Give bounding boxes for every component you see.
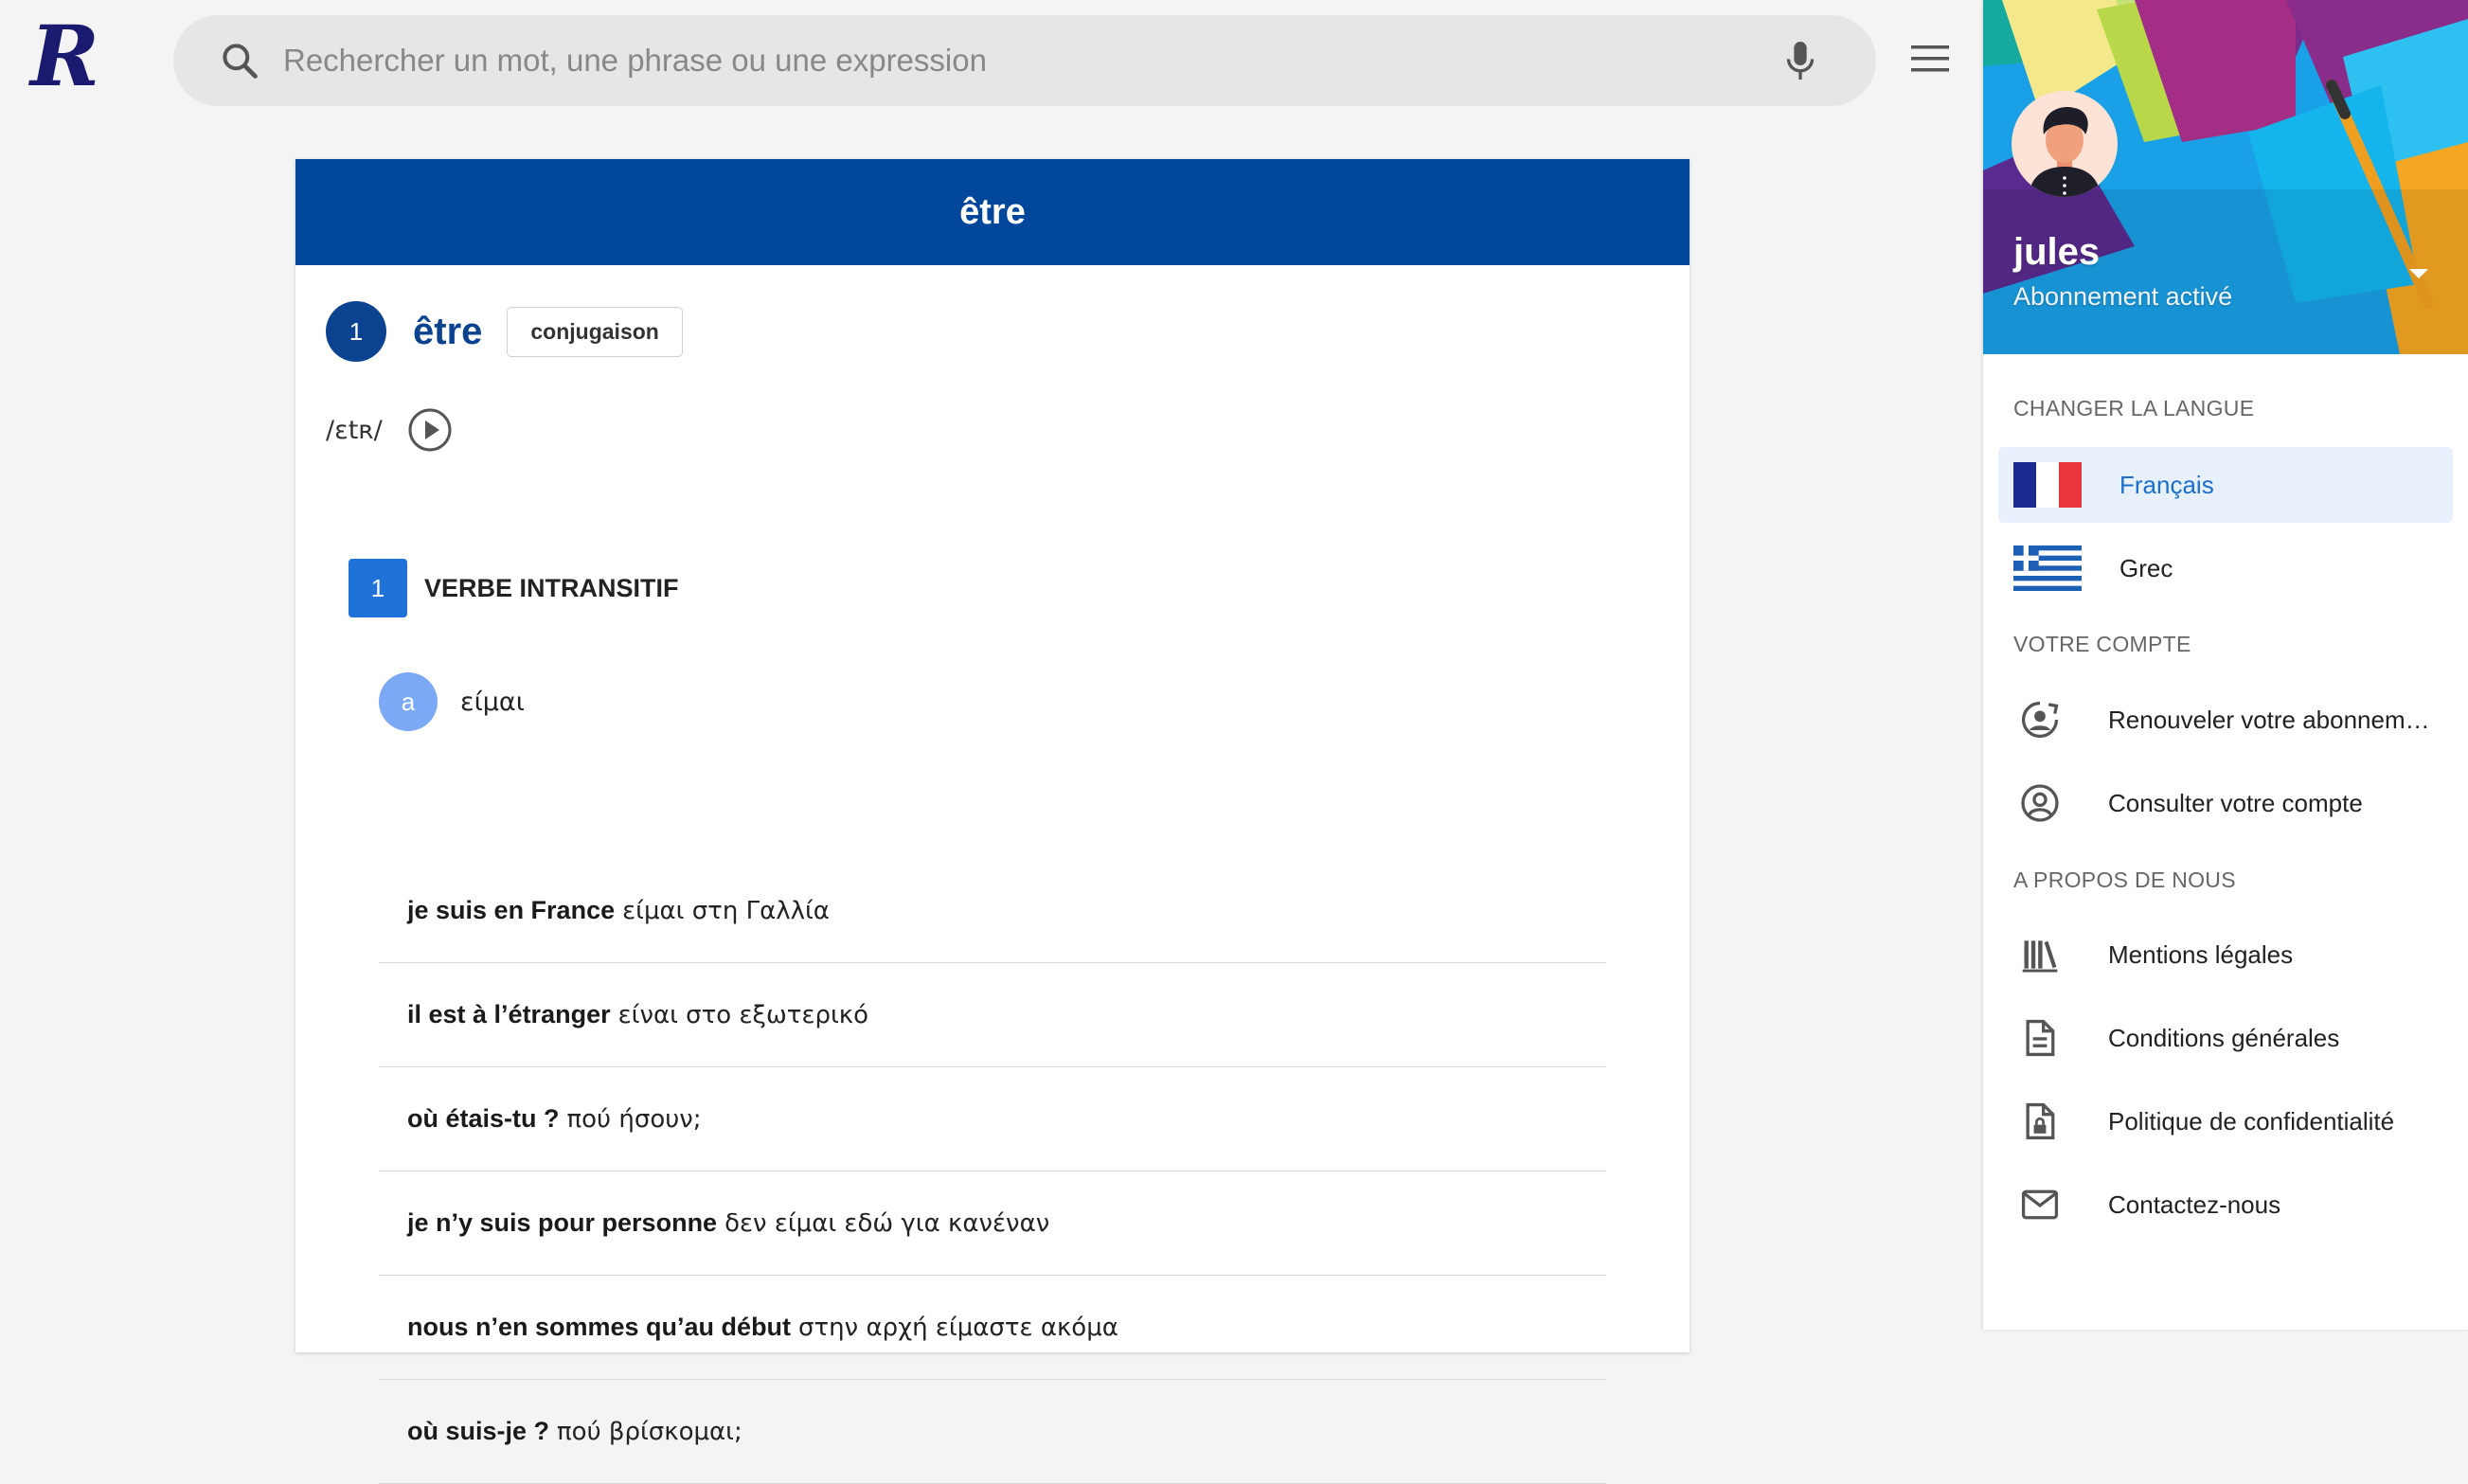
france-flag-icon xyxy=(2013,462,2082,508)
example-french: où suis-je ? xyxy=(407,1417,550,1445)
example-french: nous n’en sommes qu’au début xyxy=(407,1313,792,1341)
nav-label: Consulter votre compte xyxy=(2108,788,2363,817)
language-label: Français xyxy=(2119,470,2214,499)
headword: être xyxy=(413,310,483,352)
terms-item[interactable]: Conditions générales xyxy=(1998,1000,2453,1076)
account-dropdown-icon[interactable] xyxy=(2405,265,2432,282)
search-bar[interactable] xyxy=(173,15,1876,106)
logo[interactable]: R xyxy=(27,7,150,105)
greece-flag-icon xyxy=(2013,545,2082,591)
example-french: je suis en France xyxy=(407,896,616,924)
translation-text: είμαι xyxy=(460,687,525,717)
search-input[interactable] xyxy=(281,31,1781,90)
example-greek: δεν είμαι εδώ για κανέναν xyxy=(724,1208,1050,1238)
privacy-policy-item[interactable]: Politique de confidentialité xyxy=(1998,1083,2453,1159)
search-icon[interactable] xyxy=(219,40,260,81)
side-panel: jules Abonnement activé CHANGER LA LANGU… xyxy=(1983,0,2468,1330)
example-french: il est à l’étranger xyxy=(407,1000,611,1028)
language-option-greek[interactable]: Grec xyxy=(1998,530,2453,606)
example-item: nous n’en sommes qu’au début στην αρχή ε… xyxy=(379,1276,1606,1380)
mic-icon[interactable] xyxy=(1781,38,1819,83)
document-icon xyxy=(2026,1019,2055,1057)
example-item: je n’y suis pour personne δεν είμαι εδώ … xyxy=(379,1171,1606,1276)
example-greek: είναι στο εξωτερικό xyxy=(617,1000,869,1029)
part-of-speech-label: VERBE INTRANSITIF xyxy=(424,573,679,602)
renew-account-icon xyxy=(2021,701,2059,739)
entry-number-badge: 1 xyxy=(326,301,386,362)
examples-list: je suis en France είμαι στη Γαλλία il es… xyxy=(379,896,1606,1484)
example-item: où suis-je ? πού βρίσκομαι; xyxy=(379,1380,1606,1484)
contact-item[interactable]: Contactez-nous xyxy=(1998,1167,2453,1243)
legal-notice-item[interactable]: Mentions légales xyxy=(1998,917,2453,992)
conjugation-button[interactable]: conjugaison xyxy=(507,306,683,357)
phonetic-transcription: /ɛtʀ/ xyxy=(326,415,383,445)
mail-icon xyxy=(2021,1189,2059,1220)
nav-label: Mentions légales xyxy=(2108,939,2294,969)
account-circle-icon xyxy=(2021,784,2059,822)
language-option-french[interactable]: Français xyxy=(1998,447,2453,523)
section-title-account: VOTRE COMPTE xyxy=(2013,632,2191,656)
subscription-status: Abonnement activé xyxy=(2013,282,2233,311)
lock-document-icon xyxy=(2026,1102,2055,1140)
example-french: je n’y suis pour personne xyxy=(407,1208,718,1237)
section-title-language: CHANGER LA LANGUE xyxy=(2013,396,2255,420)
renew-subscription-item[interactable]: Renouveler votre abonnement xyxy=(1998,682,2453,758)
example-greek: στην αρχή είμαστε ακόμα xyxy=(798,1313,1118,1342)
translation-row: a είμαι xyxy=(379,672,525,731)
library-books-icon xyxy=(2022,940,2058,973)
sense-number-badge: 1 xyxy=(349,559,407,617)
nav-label: Renouveler votre abonnement xyxy=(2108,705,2430,734)
logo-letter: R xyxy=(27,17,99,104)
user-name: jules xyxy=(2013,231,2101,273)
example-item: je suis en France είμαι στη Γαλλία xyxy=(379,859,1606,963)
sense-heading: 1 VERBE INTRANSITIF xyxy=(349,559,679,617)
profile-header: jules Abonnement activé xyxy=(1983,0,2468,354)
example-greek: πού ήσουν; xyxy=(566,1104,702,1134)
avatar[interactable] xyxy=(2012,91,2118,197)
nav-label: Conditions générales xyxy=(2108,1023,2340,1052)
example-item: il est à l’étranger είναι στο εξωτερικό xyxy=(379,963,1606,1067)
language-label: Grec xyxy=(2119,553,2173,582)
entry-title: être xyxy=(295,159,1690,265)
pronunciation-row: /ɛtʀ/ xyxy=(326,407,453,453)
section-title-about: A PROPOS DE NOUS xyxy=(2013,867,2236,892)
nav-label: Politique de confidentialité xyxy=(2108,1106,2395,1135)
view-account-item[interactable]: Consulter votre compte xyxy=(1998,765,2453,841)
menu-icon[interactable] xyxy=(1909,42,1951,76)
translation-letter-badge: a xyxy=(379,672,438,731)
dictionary-entry-card: être 1 être conjugaison /ɛtʀ/ 1 VERBE IN… xyxy=(295,159,1690,1484)
example-greek: είμαι στη Γαλλία xyxy=(622,896,830,925)
play-audio-icon[interactable] xyxy=(407,407,453,453)
example-greek: πού βρίσκομαι; xyxy=(557,1417,742,1446)
example-french: où étais-tu ? xyxy=(407,1104,560,1133)
nav-label: Contactez-nous xyxy=(2108,1189,2281,1219)
example-item: où étais-tu ? πού ήσουν; xyxy=(379,1067,1606,1171)
headword-row: 1 être conjugaison xyxy=(326,301,683,362)
